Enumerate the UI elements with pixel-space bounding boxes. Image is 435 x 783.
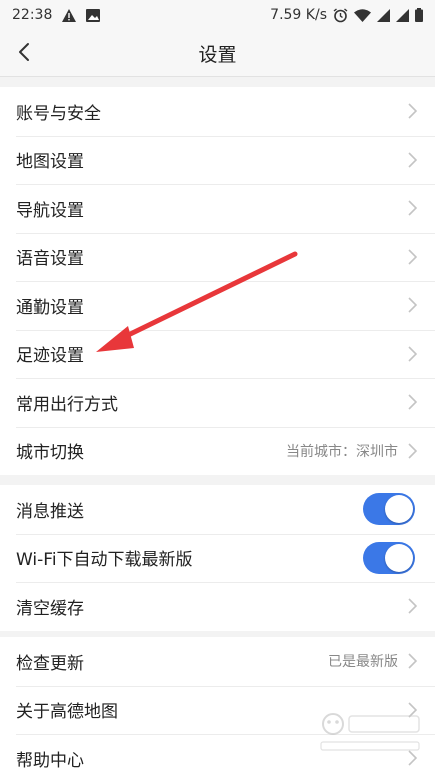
settings-row[interactable]: 语音设置	[0, 232, 435, 282]
settings-row[interactable]: 清空缓存	[0, 582, 435, 631]
chevron-right-icon	[408, 249, 417, 265]
settings-row-label: 导航设置	[16, 200, 84, 221]
status-bar: 22:38 7.59 K/s	[0, 0, 435, 30]
chevron-right-icon	[408, 297, 417, 313]
settings-row[interactable]: 导航设置	[0, 184, 435, 233]
settings-row-label: 清空缓存	[16, 598, 84, 619]
network-speed: 7.59 K/s	[270, 7, 327, 23]
chevron-right-icon	[408, 103, 417, 119]
settings-row[interactable]: 地图设置	[0, 135, 435, 185]
image-icon	[86, 8, 101, 22]
chevron-left-icon	[19, 43, 29, 61]
settings-row[interactable]: 账号与安全	[0, 87, 435, 136]
settings-row-label: 语音设置	[16, 249, 84, 270]
signal-icon-2	[396, 8, 409, 22]
chevron-right-icon	[408, 394, 417, 410]
toggle-knob	[385, 543, 413, 572]
chevron-right-icon	[408, 152, 417, 168]
settings-group-general: 账号与安全地图设置导航设置语音设置通勤设置足迹设置常用出行方式 城市切换 当前城市：…	[0, 87, 435, 475]
chevron-right-icon	[408, 443, 417, 459]
settings-row-label: 关于高德地图	[16, 702, 118, 723]
toggle-switch[interactable]	[363, 541, 415, 574]
settings-row-label: 通勤设置	[16, 297, 84, 318]
settings-row[interactable]: Wi-Fi下自动下载最新版	[0, 533, 435, 583]
settings-row[interactable]: 城市切换 当前城市：深圳市	[0, 426, 435, 476]
back-button[interactable]	[10, 38, 38, 66]
settings-row[interactable]: 常用出行方式	[0, 378, 435, 427]
settings-row[interactable]: 检查更新 已是最新版	[0, 637, 435, 686]
settings-row-label: 地图设置	[16, 152, 84, 173]
settings-row-value: 当前城市：深圳市	[286, 443, 398, 460]
signal-icon	[377, 8, 390, 22]
battery-icon	[415, 8, 423, 22]
settings-row-label: 检查更新	[16, 653, 84, 674]
settings-row-label: 城市切换	[16, 443, 84, 464]
settings-row[interactable]: 消息推送	[0, 485, 435, 534]
chevron-right-icon	[408, 200, 417, 216]
status-time: 22:38	[12, 7, 53, 23]
settings-row-label: 消息推送	[16, 501, 84, 522]
alarm-icon	[333, 7, 348, 23]
settings-row-label: Wi-Fi下自动下载最新版	[16, 550, 193, 571]
settings-row-label: 足迹设置	[16, 346, 84, 367]
nav-header: 设置	[0, 30, 435, 77]
settings-row[interactable]: 通勤设置	[0, 281, 435, 330]
toggle-knob	[385, 495, 413, 524]
page-title: 设置	[198, 43, 237, 66]
settings-group-download: 消息推送 Wi-Fi下自动下载最新版 清空缓存	[0, 485, 435, 631]
chevron-right-icon	[408, 598, 417, 614]
baidu-watermark-logo	[320, 713, 420, 751]
chevron-right-icon	[408, 346, 417, 362]
toggle-switch[interactable]	[363, 493, 415, 526]
settings-row-label: 常用出行方式	[16, 394, 118, 415]
chevron-right-icon	[408, 653, 417, 669]
settings-row[interactable]: 足迹设置	[0, 329, 435, 379]
settings-row-label: 账号与安全	[16, 103, 101, 124]
warning-icon	[62, 8, 77, 22]
wifi-icon	[354, 8, 371, 22]
settings-row-label: 帮助中心	[16, 750, 84, 771]
settings-row-value: 已是最新版	[328, 654, 398, 671]
